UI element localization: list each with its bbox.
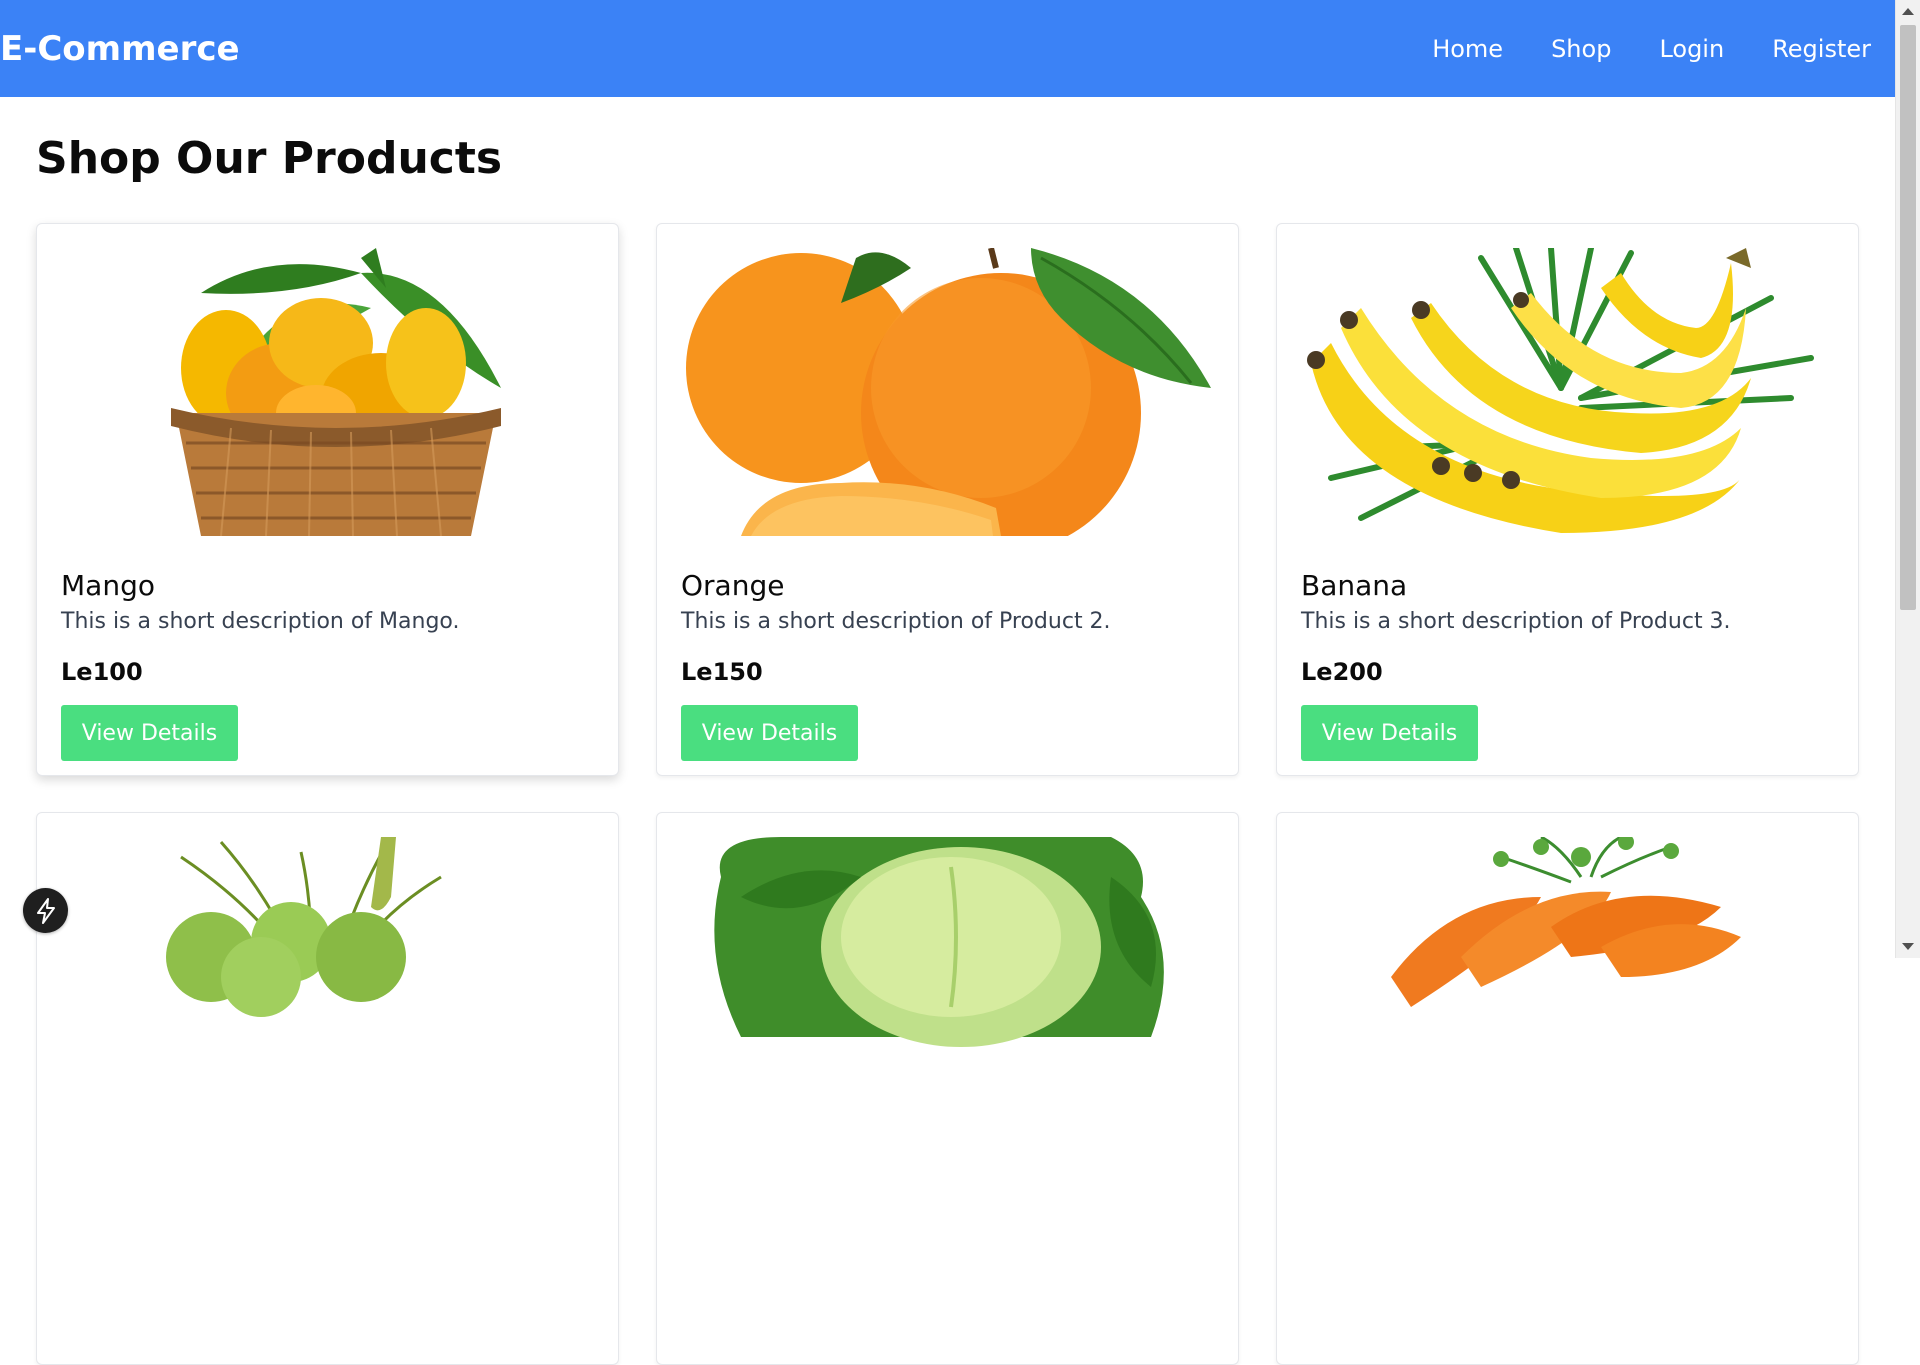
product-card-coconut [36,812,619,1365]
product-price: Le150 [681,658,763,686]
scroll-down-arrow-icon[interactable] [1902,943,1914,950]
product-price: Le100 [61,658,143,686]
oranges-image [681,248,1216,536]
main-content: Shop Our Products Mango This is a short … [36,97,1860,1365]
product-card-banana: Banana This is a short description of Pr… [1276,223,1859,776]
navbar: E-Commerce Home Shop Login Register [0,0,1895,97]
product-name: Orange [681,569,785,602]
product-description: This is a short description of Product 3… [1301,609,1731,634]
nav-links: Home Shop Login Register [1432,35,1871,63]
cabbage-image [681,837,1216,1125]
product-card-orange: Orange This is a short description of Pr… [656,223,1239,776]
bolt-badge-button[interactable] [23,888,68,933]
product-card-mango: Mango This is a short description of Man… [36,223,619,776]
product-name: Banana [1301,569,1408,602]
view-details-button[interactable]: View Details [61,705,238,761]
nav-link-shop[interactable]: Shop [1551,35,1611,63]
bolt-icon [36,897,55,924]
view-details-button[interactable]: View Details [1301,705,1478,761]
carrots-image [1301,837,1836,1125]
vertical-scrollbar[interactable] [1895,0,1920,958]
nav-link-register[interactable]: Register [1772,35,1871,63]
product-price: Le200 [1301,658,1383,686]
product-name: Mango [61,569,155,602]
product-description: This is a short description of Mango. [61,609,460,634]
scroll-up-arrow-icon[interactable] [1902,8,1914,15]
nav-link-login[interactable]: Login [1659,35,1724,63]
view-details-button[interactable]: View Details [681,705,858,761]
bananas-image [1301,248,1836,536]
product-card-cabbage [656,812,1239,1365]
product-description: This is a short description of Product 2… [681,609,1111,634]
product-card-carrot [1276,812,1859,1365]
page-title: Shop Our Products [36,133,503,184]
nav-link-home[interactable]: Home [1432,35,1503,63]
green-coconuts-image [61,837,596,1125]
brand-logo[interactable]: E-Commerce [0,29,240,69]
mango-basket-image [61,248,596,536]
scroll-thumb[interactable] [1900,25,1916,610]
